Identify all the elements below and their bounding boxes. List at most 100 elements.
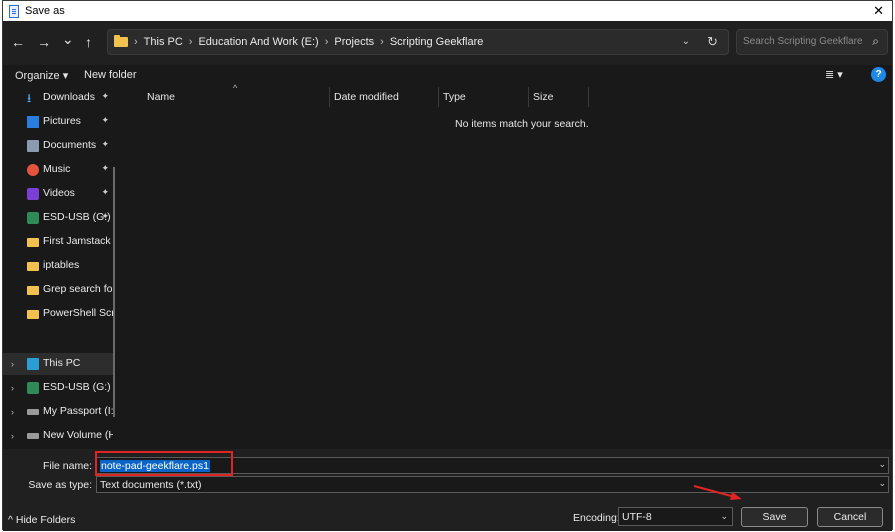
sidebar-item-powershell-scripts[interactable]: PowerShell Scrip bbox=[3, 303, 113, 325]
window-title: Save as bbox=[25, 5, 65, 17]
hide-folders-label: Hide Folders bbox=[15, 514, 76, 526]
sidebar-item-label: Music bbox=[43, 163, 71, 175]
recent-locations-icon[interactable]: ⌄ bbox=[62, 31, 74, 48]
breadcrumb-separator-icon: › bbox=[188, 36, 193, 48]
address-dropdown-icon[interactable]: ⌄ bbox=[682, 36, 690, 47]
search-input[interactable]: Search Scripting Geekflare ⌕ bbox=[736, 29, 888, 55]
music-icon bbox=[27, 164, 39, 176]
breadcrumb-education-and-work[interactable]: Education And Work (E:) bbox=[198, 36, 318, 48]
filename-dropdown-icon[interactable]: ⌄ bbox=[878, 459, 886, 470]
forward-arrow-icon[interactable]: → bbox=[37, 34, 51, 50]
file-list: ^ Name Date modified Type Size No items … bbox=[125, 83, 892, 447]
sidebar-item-grep-search[interactable]: Grep search for bbox=[3, 279, 113, 301]
sidebar-item-iptables[interactable]: iptables bbox=[3, 255, 113, 277]
notepad-icon bbox=[9, 4, 19, 18]
drive-icon bbox=[27, 433, 39, 439]
up-arrow-icon[interactable]: ↑ bbox=[85, 34, 92, 50]
sidebar-item-videos[interactable]: Videos ✦ bbox=[3, 183, 113, 205]
breadcrumb-this-pc[interactable]: This PC bbox=[144, 36, 183, 48]
documents-icon bbox=[27, 140, 39, 152]
folder-icon bbox=[27, 310, 39, 319]
column-divider[interactable] bbox=[588, 87, 589, 107]
expand-chevron-icon[interactable]: › bbox=[11, 431, 14, 441]
save-type-dropdown-icon[interactable]: ⌄ bbox=[878, 478, 886, 489]
hide-folders-button[interactable]: ^ Hide Folders bbox=[8, 514, 75, 526]
sidebar-item-this-pc[interactable]: › This PC bbox=[3, 353, 113, 375]
download-icon: ⭳ bbox=[27, 91, 32, 105]
organize-button[interactable]: Organize ▾ bbox=[15, 69, 68, 82]
address-bar[interactable]: › This PC › Education And Work (E:) › Pr… bbox=[107, 29, 729, 55]
pin-icon: ✦ bbox=[101, 139, 109, 149]
column-divider[interactable] bbox=[528, 87, 529, 107]
expand-chevron-icon[interactable]: › bbox=[11, 407, 14, 417]
command-bar: Organize ▾ New folder ≣ ▾ ? bbox=[3, 65, 892, 85]
sidebar-item-esd-usb-pinned[interactable]: ESD-USB (G:) ✦ bbox=[3, 207, 113, 229]
empty-state-message: No items match your search. bbox=[455, 118, 589, 130]
save-type-select[interactable]: Text documents (*.txt) ⌄ bbox=[96, 476, 889, 493]
help-icon[interactable]: ? bbox=[871, 67, 886, 82]
search-icon: ⌕ bbox=[872, 34, 879, 48]
folder-icon bbox=[27, 286, 39, 295]
sidebar-item-downloads[interactable]: ⭳ Downloads ✦ bbox=[3, 87, 113, 109]
breadcrumb-projects[interactable]: Projects bbox=[334, 36, 374, 48]
computer-icon bbox=[27, 358, 39, 370]
cancel-button[interactable]: Cancel bbox=[817, 507, 883, 527]
pictures-icon bbox=[27, 116, 39, 128]
folder-icon bbox=[27, 238, 39, 247]
sort-indicator-icon: ^ bbox=[233, 83, 238, 93]
sidebar-item-label: This PC bbox=[43, 357, 81, 369]
column-header-type[interactable]: Type bbox=[443, 87, 466, 107]
column-divider[interactable] bbox=[438, 87, 439, 107]
sidebar-item-music[interactable]: Music ✦ bbox=[3, 159, 113, 181]
sidebar-item-label: Videos bbox=[43, 187, 75, 199]
folder-icon bbox=[114, 35, 128, 47]
sidebar-item-esd-usb[interactable]: › ESD-USB (G:) bbox=[3, 377, 113, 399]
column-header-name[interactable]: Name bbox=[147, 87, 175, 107]
pin-icon: ✦ bbox=[101, 115, 109, 125]
save-type-value: Text documents (*.txt) bbox=[100, 479, 202, 491]
pin-icon: ✦ bbox=[101, 163, 109, 173]
videos-icon bbox=[27, 188, 39, 200]
sidebar-item-my-passport[interactable]: › My Passport (I:) bbox=[3, 401, 113, 423]
filename-label: File name: bbox=[42, 460, 92, 472]
drive-icon bbox=[27, 409, 39, 415]
column-divider[interactable] bbox=[329, 87, 330, 107]
navigation-pane: ⭳ Downloads ✦ Pictures ✦ Documents ✦ Mus… bbox=[3, 87, 121, 447]
pin-icon: ✦ bbox=[101, 91, 109, 101]
sidebar-item-label: New Volume (H bbox=[43, 429, 113, 441]
sidebar-item-label: Downloads bbox=[43, 91, 95, 103]
pin-icon: ✦ bbox=[101, 211, 109, 221]
navigation-bar: ← → ⌄ ↑ › This PC › Education And Work (… bbox=[3, 21, 892, 65]
new-folder-button[interactable]: New folder bbox=[84, 69, 137, 81]
save-button[interactable]: Save bbox=[741, 507, 808, 527]
title-bar: Save as ✕ bbox=[3, 1, 892, 21]
pin-icon: ✦ bbox=[101, 187, 109, 197]
back-arrow-icon[interactable]: ← bbox=[11, 34, 25, 50]
breadcrumb-separator-icon: › bbox=[324, 36, 329, 48]
usb-drive-icon bbox=[27, 212, 39, 224]
column-header-date-modified[interactable]: Date modified bbox=[334, 87, 399, 107]
breadcrumb-scripting-geekflare[interactable]: Scripting Geekflare bbox=[390, 36, 484, 48]
save-type-label: Save as type: bbox=[28, 479, 92, 491]
sidebar-item-first-jamstack[interactable]: First Jamstack w bbox=[3, 231, 113, 253]
expand-chevron-icon[interactable]: › bbox=[11, 383, 14, 393]
refresh-icon[interactable]: ↻ bbox=[707, 34, 718, 50]
expand-chevron-icon[interactable]: › bbox=[11, 359, 14, 369]
sidebar-item-label: Documents bbox=[43, 139, 97, 151]
usb-drive-icon bbox=[27, 382, 39, 394]
sidebar-item-pictures[interactable]: Pictures ✦ bbox=[3, 111, 113, 133]
encoding-dropdown-icon: ⌄ bbox=[720, 511, 728, 521]
sidebar-item-new-volume[interactable]: › New Volume (H bbox=[3, 425, 113, 447]
encoding-value: UTF-8 bbox=[622, 511, 652, 523]
sidebar-item-label: First Jamstack w bbox=[43, 235, 113, 247]
column-header-size[interactable]: Size bbox=[533, 87, 553, 107]
view-options-icon[interactable]: ≣ ▾ bbox=[825, 68, 843, 81]
search-placeholder: Search Scripting Geekflare bbox=[743, 36, 863, 47]
sidebar-item-label: Pictures bbox=[43, 115, 81, 127]
sidebar-item-label: iptables bbox=[43, 259, 80, 271]
encoding-select[interactable]: UTF-8 ⌄ bbox=[618, 507, 733, 526]
sidebar-scrollbar[interactable] bbox=[113, 167, 115, 417]
close-icon[interactable]: ✕ bbox=[873, 3, 884, 19]
sidebar-item-documents[interactable]: Documents ✦ bbox=[3, 135, 113, 157]
annotation-highlight-box bbox=[95, 451, 233, 476]
